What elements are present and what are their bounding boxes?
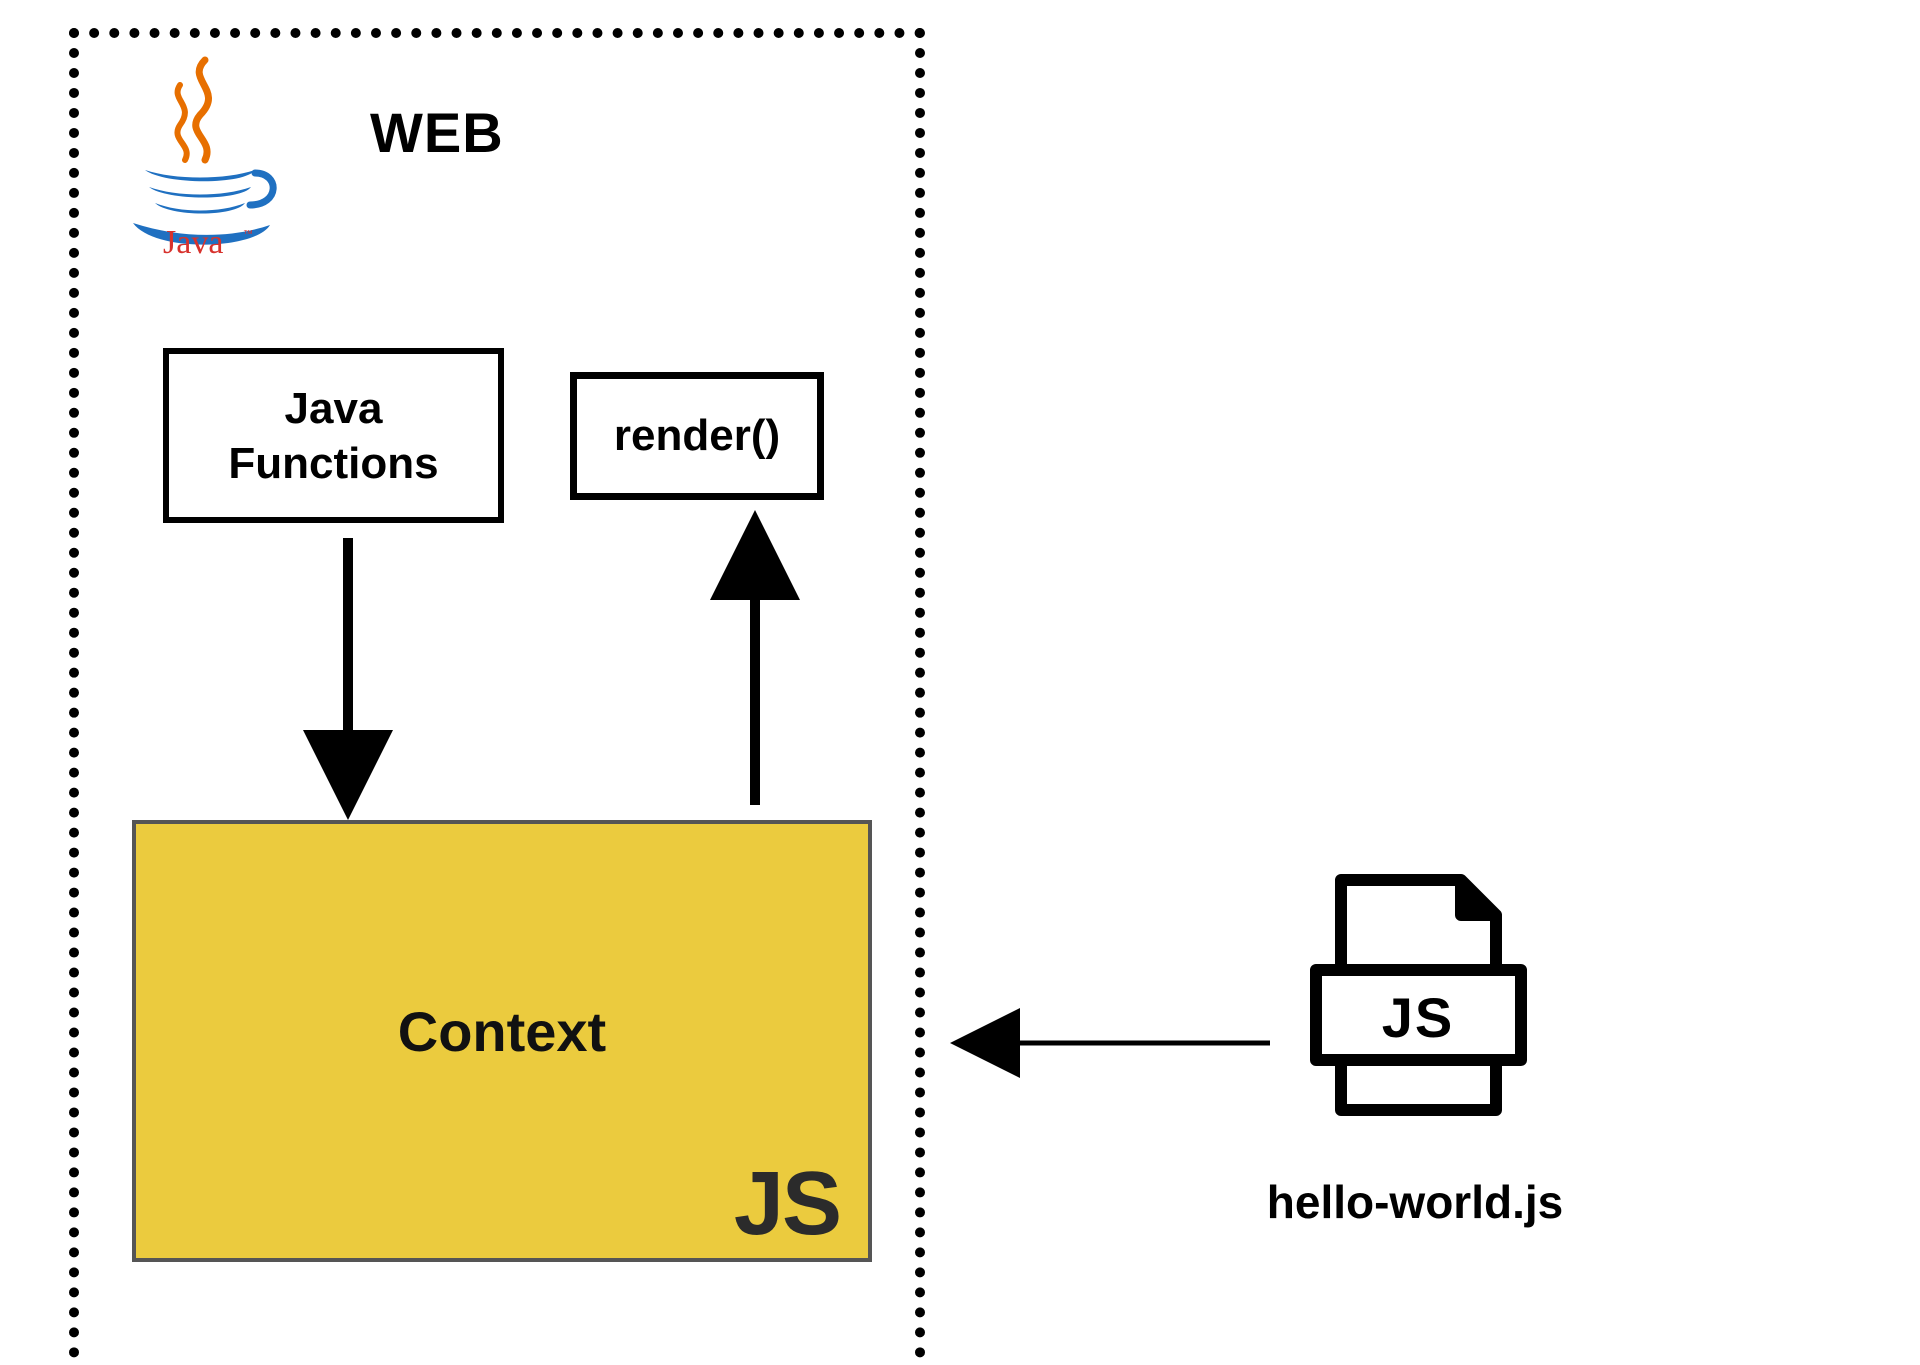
java-functions-box: Java Functions <box>163 348 504 523</box>
js-file-icon: JS <box>1286 845 1546 1145</box>
java-logo-text: Java <box>163 224 223 255</box>
java-logo-icon: Java ™ <box>115 55 285 255</box>
render-box: render() <box>570 372 824 500</box>
context-box: Context JS <box>132 820 872 1262</box>
js-file-badge-text: JS <box>1382 986 1455 1049</box>
diagram-canvas: WEB Java ™ Java Functions render() Conte… <box>0 0 1920 1365</box>
context-js-badge: JS <box>734 1153 840 1256</box>
svg-text:™: ™ <box>243 229 253 240</box>
render-label: render() <box>614 411 780 461</box>
context-label: Context <box>136 999 868 1064</box>
js-file-name: hello-world.js <box>1215 1175 1615 1229</box>
web-title: WEB <box>370 100 504 165</box>
java-functions-label: Java Functions <box>228 381 438 491</box>
